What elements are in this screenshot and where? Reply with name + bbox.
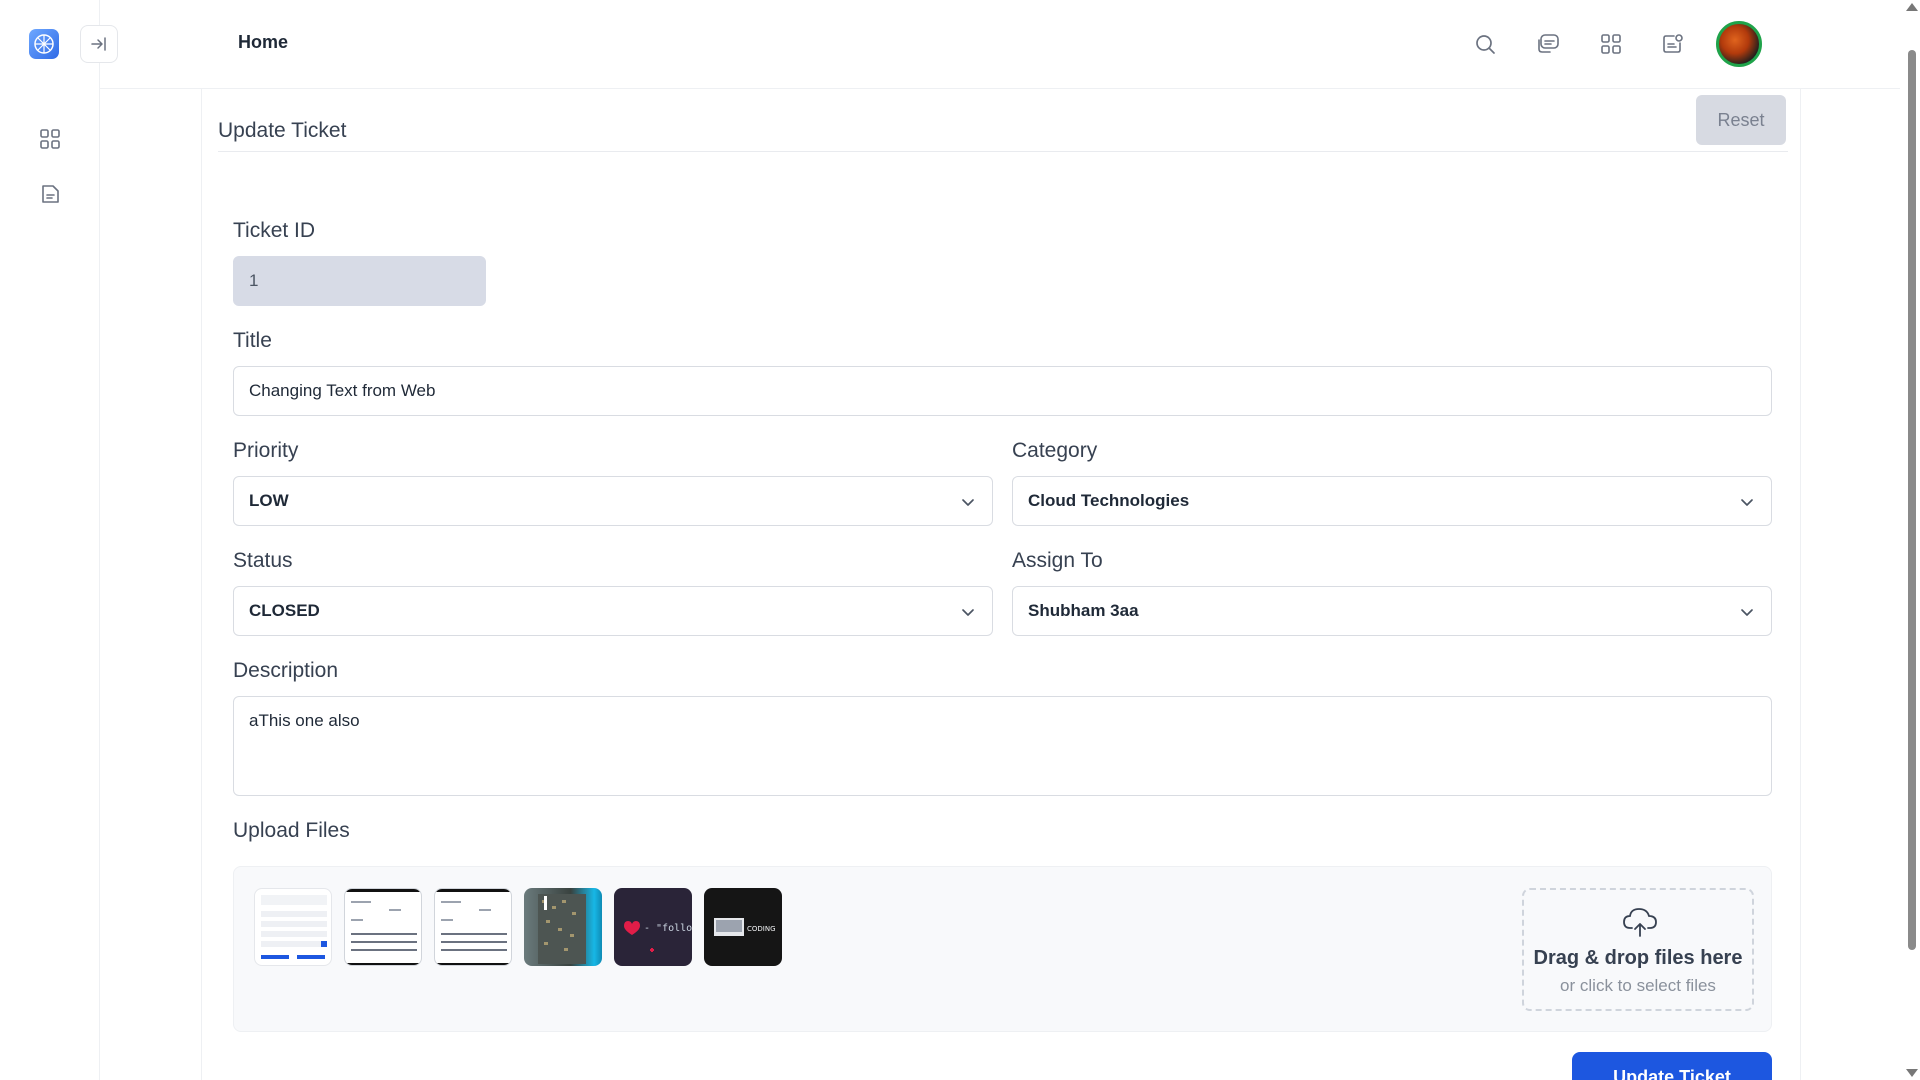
ticket-id-label: Ticket ID [233, 219, 316, 242]
page-title: Home [238, 32, 289, 52]
description-label: Description [233, 659, 339, 682]
category-label: Category [1012, 439, 1098, 462]
description-field[interactable]: aThis one also [233, 696, 1772, 796]
status-select-value: CLOSED [249, 601, 320, 620]
file-thumbnail[interactable] [524, 888, 602, 966]
coding-laptop-thumbnail: CODING [714, 918, 776, 936]
priority-label: Priority [233, 439, 299, 462]
app-logo[interactable] [29, 29, 59, 59]
sidebar [0, 0, 100, 1080]
code-heart-thumbnail: - "follo [624, 921, 692, 952]
file-thumbnail[interactable]: CODING [704, 888, 782, 966]
dropzone-subtitle: or click to select files [1560, 976, 1716, 995]
apps-button[interactable] [1597, 30, 1625, 58]
status-label: Status [233, 549, 293, 572]
logo-icon [34, 34, 54, 54]
file-thumbnail[interactable] [434, 888, 512, 966]
scroll-down-arrow-icon[interactable] [1906, 1069, 1918, 1077]
priority-select-value: LOW [249, 491, 289, 510]
app-root: Home Update Ticket Reset Ticket ID 1 Tit… [0, 0, 1920, 1080]
thumbnail-text: - "follo [644, 923, 692, 934]
thumbnail-text: CODING [747, 925, 776, 933]
title-field[interactable]: Changing Text from Web [233, 366, 1772, 416]
file-thumbnail[interactable] [254, 888, 332, 966]
category-select-value: Cloud Technologies [1028, 491, 1190, 510]
file-thumbnail[interactable] [344, 888, 422, 966]
form-screenshot-thumbnail [261, 895, 327, 959]
scroll-thumb[interactable] [1908, 50, 1916, 950]
notifications-button[interactable] [1659, 30, 1687, 58]
apps-grid-icon [1601, 34, 1621, 54]
search-icon [1476, 35, 1495, 54]
upload-area: - "follo CODING Drag & drop files here o… [233, 866, 1772, 1032]
assign-to-select[interactable]: Shubham 3aa [1012, 586, 1772, 636]
document-screenshot-thumbnail [345, 889, 421, 965]
category-select[interactable]: Cloud Technologies [1012, 476, 1772, 526]
update-ticket-button[interactable]: Update Ticket [1572, 1052, 1772, 1080]
page-scrollbar[interactable] [1902, 0, 1920, 1080]
search-button[interactable] [1471, 30, 1499, 58]
dashboard-grid-icon [40, 129, 60, 149]
card-title: Update Ticket [218, 119, 347, 142]
collapse-arrow-icon [91, 37, 106, 51]
building-photo-thumbnail [538, 894, 586, 964]
ticket-id-field[interactable]: 1 [233, 256, 486, 306]
top-header: Home [100, 0, 1900, 89]
scroll-up-arrow-icon[interactable] [1906, 3, 1918, 11]
file-thumbnail[interactable]: - "follo [614, 888, 692, 966]
assign-to-label: Assign To [1012, 549, 1103, 572]
reset-button[interactable]: Reset [1696, 95, 1786, 145]
upload-files-label: Upload Files [233, 819, 350, 842]
chevron-down-icon [962, 609, 974, 616]
status-select[interactable]: CLOSED [233, 586, 993, 636]
dropzone-title: Drag & drop files here [1533, 947, 1743, 969]
card-divider [218, 151, 1788, 152]
chevron-down-icon [1741, 499, 1753, 506]
notifications-icon [1663, 34, 1683, 53]
assign-to-select-value: Shubham 3aa [1028, 601, 1139, 620]
update-ticket-card: Update Ticket Reset Ticket ID 1 Title Ch… [201, 89, 1801, 1080]
document-screenshot-thumbnail [435, 889, 511, 965]
title-label: Title [233, 329, 272, 352]
chevron-down-icon [1741, 609, 1753, 616]
priority-select[interactable]: LOW [233, 476, 993, 526]
sidebar-item-dashboard[interactable] [36, 125, 64, 153]
chat-icon [1538, 34, 1559, 53]
sidebar-item-tickets[interactable] [36, 180, 64, 208]
sidebar-toggle-button[interactable] [80, 25, 118, 63]
document-icon [42, 185, 59, 203]
file-dropzone[interactable]: Drag & drop files here or click to selec… [1522, 888, 1754, 1011]
chevron-down-icon [962, 499, 974, 506]
cloud-upload-icon [1623, 908, 1657, 937]
user-avatar[interactable] [1716, 21, 1762, 67]
chat-button[interactable] [1534, 30, 1562, 58]
